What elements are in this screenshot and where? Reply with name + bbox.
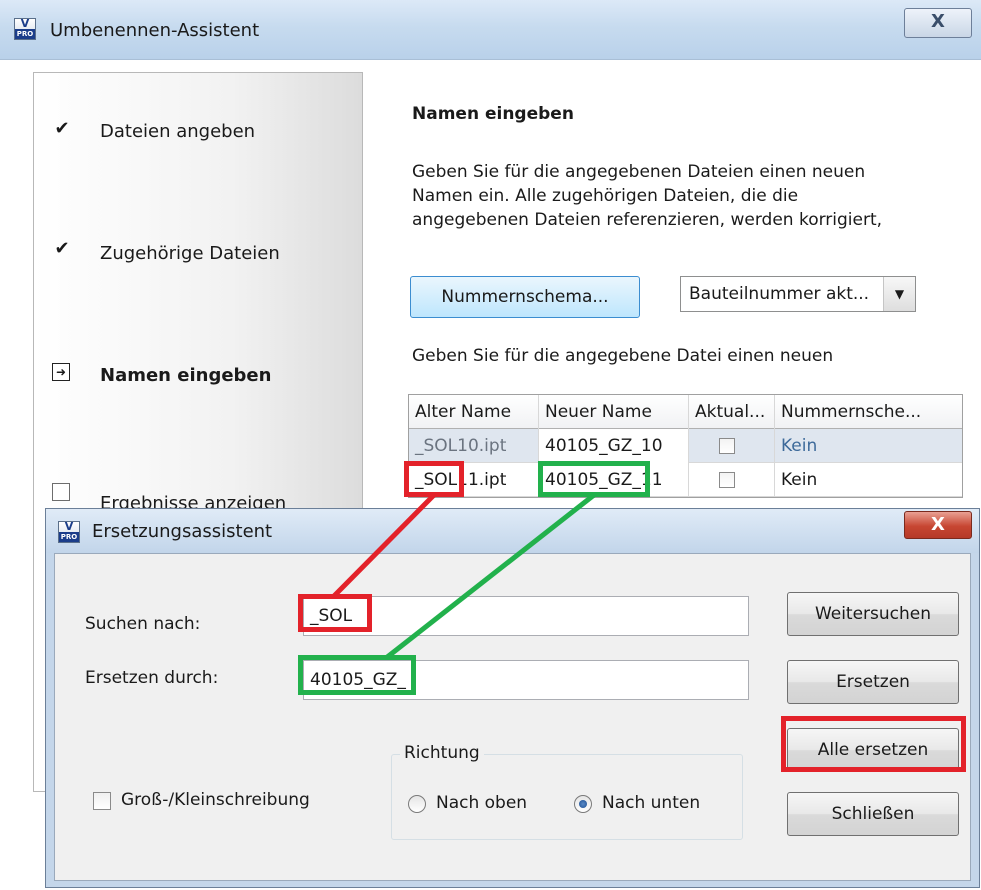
direction-down-label[interactable]: Nach unten bbox=[602, 793, 700, 813]
highlight-replace-value bbox=[298, 655, 416, 695]
app-icon: V PRO bbox=[14, 18, 36, 40]
number-scheme-button[interactable]: Nummernschema... bbox=[410, 276, 640, 318]
close-icon: X bbox=[931, 11, 945, 32]
replace-dialog: V PRO Ersetzungsassistent X Suchen nach: … bbox=[45, 508, 980, 888]
step-namen-eingeben: ➜ Namen eingeben bbox=[34, 361, 364, 401]
checkmark-icon: ✔ bbox=[54, 118, 70, 139]
window-title: Umbenennen-Assistent bbox=[50, 20, 260, 41]
close-icon: X bbox=[931, 514, 945, 535]
grid-intro: Geben Sie für die angegebene Datei einen… bbox=[412, 346, 834, 366]
step-label: Dateien angeben bbox=[100, 121, 256, 142]
update-checkbox[interactable] bbox=[719, 438, 735, 454]
step-dateien-angeben: ✔ Dateien angeben bbox=[34, 119, 364, 159]
combo-value: Bauteilnummer akt... bbox=[689, 284, 870, 304]
direction-up-label[interactable]: Nach oben bbox=[436, 793, 527, 813]
chevron-down-icon[interactable]: ▼ bbox=[883, 277, 915, 311]
description-line-3: angegebenen Dateien referenzieren, werde… bbox=[412, 210, 883, 230]
arrow-right-icon: ➜ bbox=[52, 363, 70, 381]
old-name-cell: _SOL10.ipt bbox=[409, 429, 539, 463]
highlight-replace-all bbox=[781, 716, 966, 772]
table-row[interactable]: _SOL10.ipt 40105_GZ_10 Kein bbox=[409, 429, 962, 463]
description-line-2: Namen ein. Alle zugehörigen Dateien, die… bbox=[412, 186, 799, 206]
scheme-cell[interactable]: Kein bbox=[775, 463, 964, 497]
find-label: Suchen nach: bbox=[85, 614, 201, 634]
scheme-cell[interactable]: Kein bbox=[775, 429, 964, 463]
dialog-title: Ersetzungsassistent bbox=[92, 521, 273, 542]
match-case-label[interactable]: Groß-/Kleinschreibung bbox=[121, 790, 310, 810]
highlight-new-prefix bbox=[538, 461, 650, 497]
dialog-title-bar: V PRO Ersetzungsassistent X bbox=[46, 509, 979, 553]
highlight-old-prefix bbox=[404, 461, 464, 497]
step-zugehoerige-dateien: ✔ Zugehörige Dateien bbox=[34, 239, 364, 279]
replace-button[interactable]: Ersetzen bbox=[787, 660, 959, 704]
highlight-find-value bbox=[298, 594, 372, 632]
direction-down-radio[interactable] bbox=[574, 795, 592, 813]
column-header-number-scheme[interactable]: Nummernsche... bbox=[775, 395, 964, 429]
section-heading: Namen eingeben bbox=[412, 104, 574, 124]
match-case-checkbox[interactable] bbox=[93, 792, 111, 810]
app-icon: V PRO bbox=[58, 521, 80, 543]
find-next-button[interactable]: Weitersuchen bbox=[787, 592, 959, 636]
direction-group: Richtung Nach oben Nach unten bbox=[391, 743, 743, 840]
pending-checkbox-icon bbox=[52, 483, 70, 501]
replace-label: Ersetzen durch: bbox=[85, 668, 219, 688]
checkmark-icon: ✔ bbox=[54, 238, 70, 259]
part-number-combo[interactable]: Bauteilnummer akt... ▼ bbox=[680, 276, 916, 312]
update-cell bbox=[689, 429, 775, 463]
close-button[interactable]: X bbox=[904, 8, 972, 38]
step-label: Namen eingeben bbox=[100, 365, 272, 386]
column-header-old-name[interactable]: Alter Name bbox=[409, 395, 539, 429]
table-row[interactable]: _SOL11.ipt 40105_GZ_11 Kein bbox=[409, 463, 962, 497]
step-label: Zugehörige Dateien bbox=[100, 243, 280, 264]
title-bar: V PRO Umbenennen-Assistent X bbox=[0, 0, 981, 60]
direction-up-radio[interactable] bbox=[408, 795, 426, 813]
table-header: Alter Name Neuer Name Aktual... Nummerns… bbox=[409, 395, 962, 429]
dialog-close-button[interactable]: X bbox=[904, 511, 972, 539]
new-name-cell[interactable]: 40105_GZ_10 bbox=[539, 429, 689, 463]
close-dialog-button[interactable]: Schließen bbox=[787, 792, 959, 836]
description-line-1: Geben Sie für die angegebenen Dateien ei… bbox=[412, 162, 866, 182]
column-header-update[interactable]: Aktual... bbox=[689, 395, 775, 429]
column-header-new-name[interactable]: Neuer Name bbox=[539, 395, 689, 429]
update-cell bbox=[689, 463, 775, 497]
update-checkbox[interactable] bbox=[719, 472, 735, 488]
rename-table: Alter Name Neuer Name Aktual... Nummerns… bbox=[408, 394, 963, 498]
direction-title: Richtung bbox=[400, 743, 484, 763]
